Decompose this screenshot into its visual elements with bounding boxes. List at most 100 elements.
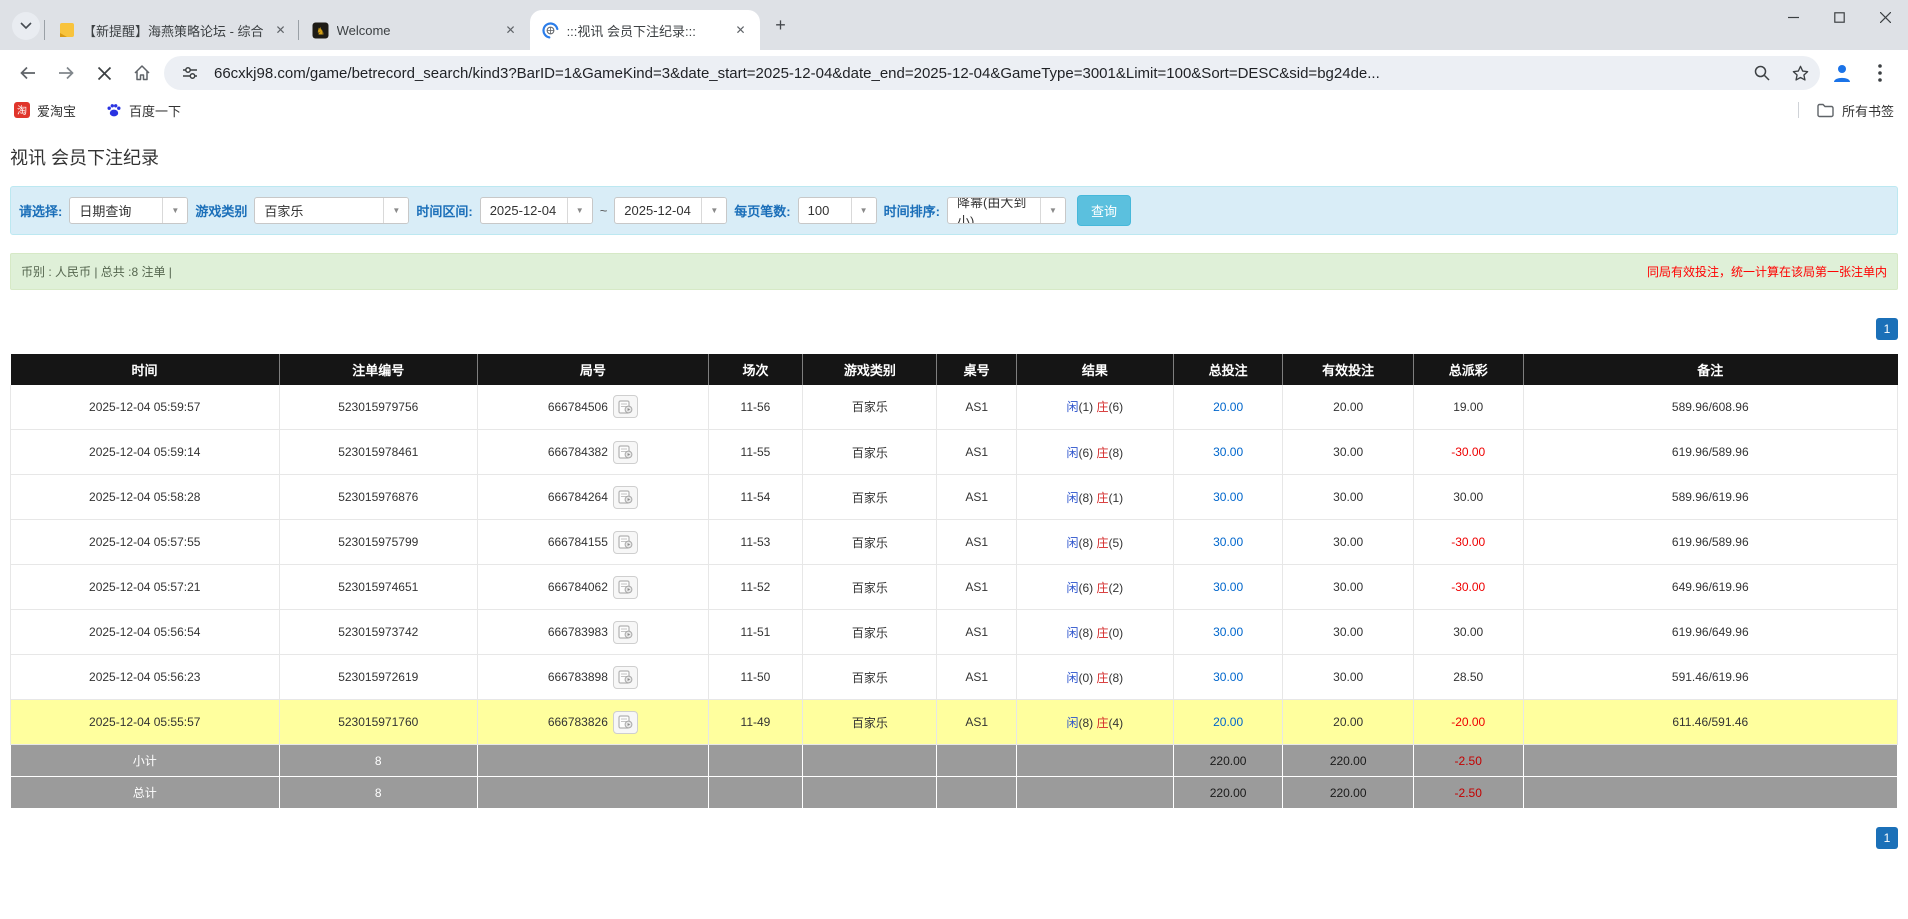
remark-cell: 619.96/649.96 bbox=[1522, 609, 1899, 655]
tab-forum[interactable]: 【新提醒】海燕策略论坛 - 综合 ✕ bbox=[44, 10, 300, 50]
round-cell: 666784155 bbox=[477, 519, 709, 565]
query-button[interactable]: 查询 bbox=[1076, 195, 1131, 226]
new-tab-button[interactable]: + bbox=[768, 12, 794, 38]
round-number: 666784264 bbox=[547, 490, 608, 504]
chevron-down-icon[interactable]: ▼ bbox=[162, 198, 188, 223]
home-icon bbox=[134, 65, 150, 81]
tab-close-icon[interactable]: ✕ bbox=[272, 21, 290, 39]
tab-search-button[interactable] bbox=[12, 12, 40, 40]
total-bet-link[interactable]: 30.00 bbox=[1213, 580, 1243, 594]
game-type-cell: 百家乐 bbox=[802, 384, 938, 430]
minimize-button[interactable] bbox=[1770, 0, 1816, 34]
session-cell: 11-55 bbox=[707, 429, 804, 475]
close-window-button[interactable] bbox=[1862, 0, 1908, 34]
game-type-cell bbox=[802, 776, 938, 809]
site-info-icon[interactable] bbox=[176, 59, 204, 87]
table-no-cell: AS1 bbox=[936, 474, 1017, 520]
video-replay-icon bbox=[618, 580, 633, 594]
chevron-down-icon bbox=[20, 22, 32, 30]
chevron-down-icon[interactable]: ▼ bbox=[850, 198, 876, 223]
pagination-top: 1 bbox=[10, 318, 1898, 340]
query-type-select[interactable]: 日期查询 ▼ bbox=[69, 197, 189, 224]
round-cell bbox=[477, 744, 709, 777]
video-replay-button[interactable] bbox=[612, 575, 638, 599]
video-replay-button[interactable] bbox=[612, 395, 638, 419]
sort-select[interactable]: 降幂(由大到小) ▼ bbox=[946, 197, 1066, 224]
total-bet-link[interactable]: 20.00 bbox=[1213, 715, 1243, 729]
session-cell: 11-52 bbox=[707, 564, 804, 610]
total-bet-link[interactable]: 30.00 bbox=[1213, 445, 1243, 459]
bet-id-cell: 523015972619 bbox=[278, 654, 479, 700]
home-button[interactable] bbox=[126, 57, 158, 89]
avatar-person-icon bbox=[1834, 65, 1850, 82]
bookmark-baidu[interactable]: 百度一下 bbox=[106, 101, 181, 120]
bet-id-cell: 523015974651 bbox=[278, 564, 479, 610]
game-type-select[interactable]: 百家乐 ▼ bbox=[254, 197, 410, 224]
page-number-button[interactable]: 1 bbox=[1876, 318, 1898, 340]
url-text[interactable]: 66cxkj98.com/game/betrecord_search/kind3… bbox=[214, 65, 1738, 82]
remark-cell: 619.96/589.96 bbox=[1522, 429, 1899, 475]
maximize-button[interactable] bbox=[1816, 0, 1862, 34]
forward-button[interactable] bbox=[50, 57, 82, 89]
tab-close-icon[interactable]: ✕ bbox=[732, 21, 750, 39]
total-bet-link[interactable]: 30.00 bbox=[1213, 535, 1243, 549]
bookmarks-bar: 淘 爱淘宝 百度一下 所有书签 bbox=[0, 96, 1908, 124]
zoom-icon[interactable] bbox=[1748, 59, 1776, 87]
time-cell: 2025-12-04 05:58:28 bbox=[10, 474, 280, 520]
video-replay-button[interactable] bbox=[612, 710, 638, 734]
result-player-score: (8) bbox=[1078, 715, 1094, 730]
time-cell: 2025-12-04 05:56:54 bbox=[10, 609, 280, 655]
total-bet-cell: 20.00 bbox=[1172, 699, 1284, 745]
bet-records-table: 时间 注单编号 局号 场次 游戏类别 桌号 结果 总投注 有效投注 总派彩 备注 2025-12-0… bbox=[10, 354, 1899, 809]
total-bet-link[interactable]: 30.00 bbox=[1213, 670, 1243, 684]
game-type-cell: 百家乐 bbox=[802, 564, 938, 610]
result-cell: 闲(0) 庄(8) bbox=[1015, 654, 1174, 700]
total-bet-link[interactable]: 30.00 bbox=[1213, 490, 1243, 504]
back-button[interactable] bbox=[12, 57, 44, 89]
summary-label-cell: 总计 bbox=[10, 776, 280, 809]
payout-cell: 30.00 bbox=[1412, 474, 1524, 520]
bookmark-taobao[interactable]: 淘 爱淘宝 bbox=[14, 101, 76, 120]
sort-label: 时间排序: bbox=[883, 204, 940, 219]
bookmark-star-icon[interactable] bbox=[1786, 59, 1814, 87]
folder-icon bbox=[1817, 103, 1834, 117]
round-number-wrap: 666784062 bbox=[548, 575, 638, 599]
chevron-down-icon[interactable]: ▼ bbox=[383, 198, 409, 223]
date-end-select[interactable]: 2025-12-04 ▼ bbox=[614, 197, 728, 224]
page-size-select[interactable]: 100 ▼ bbox=[797, 197, 877, 224]
profile-avatar[interactable] bbox=[1826, 57, 1858, 89]
video-replay-button[interactable] bbox=[612, 620, 638, 644]
remark-cell bbox=[1522, 776, 1899, 809]
payout-value: 28.50 bbox=[1453, 670, 1484, 684]
tab-welcome[interactable]: ♞ Welcome ✕ bbox=[297, 10, 530, 50]
video-replay-button[interactable] bbox=[612, 440, 638, 464]
total-bet-link[interactable]: 20.00 bbox=[1213, 400, 1243, 414]
select-label: 请选择: bbox=[19, 204, 63, 219]
total-bet-cell: 30.00 bbox=[1172, 519, 1284, 565]
table-row: 2025-12-04 05:57:55 523015975799 666784155… bbox=[10, 519, 1899, 565]
valid-bet-cell: 30.00 bbox=[1282, 654, 1414, 700]
video-replay-button[interactable] bbox=[612, 485, 638, 509]
chevron-down-icon[interactable]: ▼ bbox=[566, 198, 592, 223]
all-bookmarks-button[interactable]: 所有书签 bbox=[1797, 101, 1894, 120]
video-replay-button[interactable] bbox=[612, 530, 638, 554]
url-bar[interactable]: 66cxkj98.com/game/betrecord_search/kind3… bbox=[164, 56, 1820, 90]
chevron-down-icon[interactable]: ▼ bbox=[701, 198, 727, 223]
total-bet-link[interactable]: 30.00 bbox=[1213, 625, 1243, 639]
tab-close-icon[interactable]: ✕ bbox=[502, 21, 520, 39]
date-start-select[interactable]: 2025-12-04 ▼ bbox=[479, 197, 593, 224]
stop-loading-button[interactable] bbox=[88, 57, 120, 89]
payout-cell: 30.00 bbox=[1412, 609, 1524, 655]
svg-text:淘: 淘 bbox=[17, 104, 27, 117]
round-number: 666784382 bbox=[547, 445, 608, 459]
table-no-cell: AS1 bbox=[936, 564, 1017, 610]
page-number-button[interactable]: 1 bbox=[1876, 827, 1898, 849]
round-number: 666783826 bbox=[547, 715, 608, 729]
result-player-score: (6) bbox=[1078, 580, 1094, 595]
chevron-down-icon[interactable]: ▼ bbox=[1039, 198, 1065, 223]
tab-bet-records[interactable]: :::视讯 会员下注纪录::: ✕ bbox=[529, 10, 760, 50]
browser-menu-button[interactable] bbox=[1864, 57, 1896, 89]
result-banker-score: (0) bbox=[1108, 625, 1124, 640]
loading-spinner-icon bbox=[541, 21, 559, 39]
video-replay-button[interactable] bbox=[612, 665, 638, 689]
